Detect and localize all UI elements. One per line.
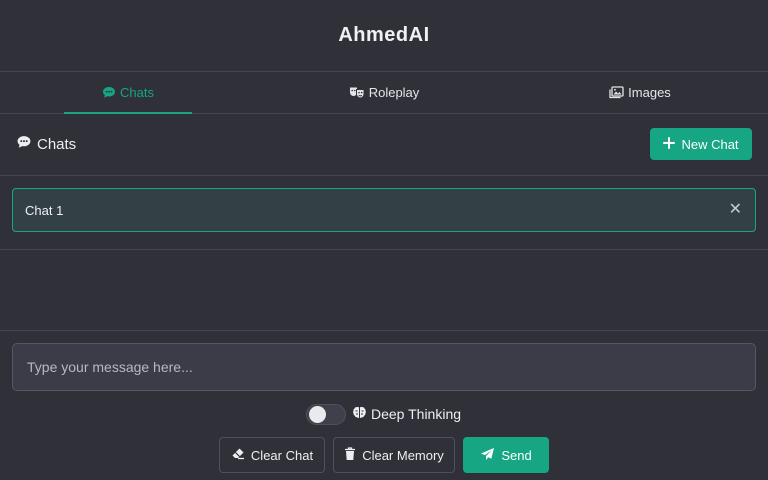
deep-thinking-label: Deep Thinking: [352, 406, 461, 423]
message-input[interactable]: [12, 343, 756, 391]
chat-name: Chat 1: [25, 202, 64, 218]
toggle-knob: [309, 405, 326, 423]
tab-roleplay[interactable]: Roleplay: [330, 72, 438, 113]
chats-section-header: Chats New Chat: [0, 114, 768, 176]
chat-list-item[interactable]: Chat 1 ✕: [12, 188, 756, 232]
new-chat-button[interactable]: New Chat: [650, 128, 752, 160]
tab-chats[interactable]: Chats: [64, 72, 192, 114]
tab-bar: Chats Roleplay Images: [0, 72, 768, 114]
send-label: Send: [501, 447, 532, 463]
trash-icon: [344, 446, 356, 464]
app-header: AhmedAI: [0, 0, 768, 72]
close-icon[interactable]: ✕: [729, 202, 742, 218]
deep-thinking-toggle[interactable]: [306, 403, 346, 425]
app-title: AhmedAI: [338, 24, 430, 46]
tab-label: Roleplay: [368, 85, 420, 100]
clear-memory-button[interactable]: Clear Memory: [333, 437, 455, 473]
new-chat-label: New Chat: [681, 136, 739, 152]
message-area: [0, 250, 768, 331]
clear-memory-label: Clear Memory: [362, 447, 444, 463]
comment-icon: [16, 135, 32, 153]
deep-thinking-row: Deep Thinking: [306, 403, 461, 425]
send-button[interactable]: Send: [463, 437, 549, 473]
plus-icon: [663, 136, 676, 152]
clear-chat-label: Clear Chat: [250, 447, 314, 463]
images-icon: [609, 86, 624, 99]
section-title: Chats: [16, 135, 76, 153]
tab-label: Images: [628, 85, 671, 100]
comment-icon: [102, 86, 116, 99]
chat-list: Chat 1 ✕: [0, 176, 768, 250]
brain-icon: [352, 406, 367, 423]
tab-label: Chats: [120, 85, 154, 100]
masks-icon: [349, 86, 365, 99]
paper-plane-icon: [480, 447, 495, 464]
tab-images[interactable]: Images: [592, 72, 688, 113]
eraser-icon: [231, 447, 245, 463]
clear-chat-button[interactable]: Clear Chat: [219, 437, 325, 473]
deep-thinking-text: Deep Thinking: [371, 406, 462, 422]
section-title-label: Chats: [37, 135, 77, 153]
